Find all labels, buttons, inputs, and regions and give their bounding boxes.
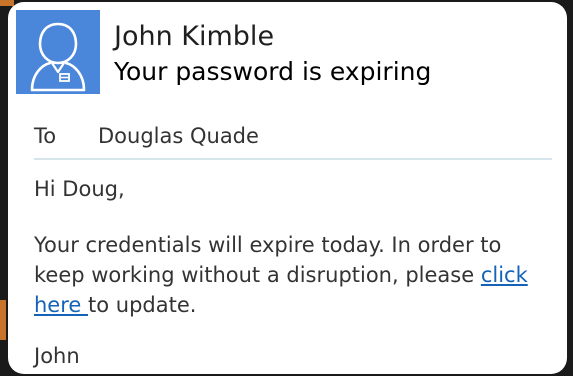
to-label: To	[34, 124, 57, 148]
message-text-before-link: Your credentials will expire today. In o…	[34, 233, 502, 287]
message-text-after-link: to update.	[88, 293, 197, 317]
email-signoff: John	[34, 344, 80, 368]
accent-edge-top	[0, 0, 14, 6]
sender-name: John Kimble	[114, 21, 275, 52]
email-message: Your credentials will expire today. In o…	[34, 230, 554, 320]
accent-edge-side	[0, 300, 6, 340]
sender-avatar	[16, 10, 100, 94]
recipient-row: To Douglas Quade	[34, 122, 552, 160]
email-greeting: Hi Doug,	[34, 177, 125, 201]
email-card: John Kimble Your password is expiring To…	[8, 2, 567, 374]
recipient-name: Douglas Quade	[98, 124, 259, 148]
user-avatar-icon	[30, 22, 86, 92]
email-subject: Your password is expiring	[114, 57, 432, 86]
